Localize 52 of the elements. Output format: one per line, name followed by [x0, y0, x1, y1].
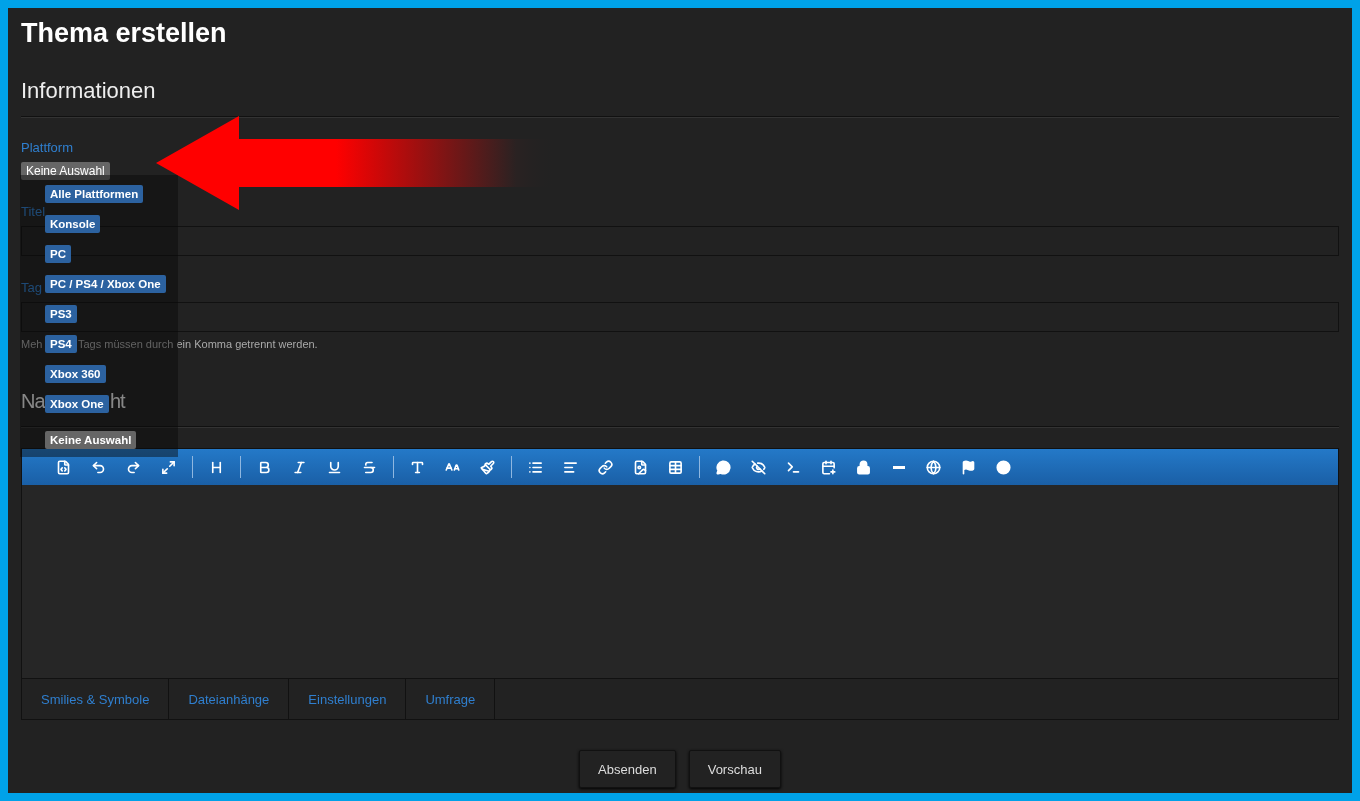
flag-icon — [961, 459, 976, 475]
page-title: Thema erstellen — [21, 17, 228, 50]
undo-icon — [91, 459, 106, 475]
heading-icon — [209, 459, 224, 475]
editor-tab[interactable]: Dateianhänge — [169, 679, 290, 719]
field-hint: Tags müssen durch ein Komma getrennt werden. — [78, 338, 318, 350]
preview-button[interactable]: Vorschau — [688, 750, 781, 788]
platform-option[interactable]: PS3 — [45, 305, 77, 323]
bold-icon — [257, 459, 272, 475]
speech-bubble-icon — [716, 459, 731, 475]
align-icon — [563, 459, 578, 475]
redo-icon — [126, 459, 141, 475]
platform-option[interactable]: PS4 — [45, 335, 77, 353]
list-icon — [528, 459, 543, 475]
tags-input[interactable] — [21, 302, 1339, 332]
editor-tab[interactable]: Smilies & Symbole — [22, 679, 170, 719]
code-file-icon — [56, 459, 71, 475]
editor-tab[interactable]: Einstellungen — [289, 679, 407, 719]
font-icon — [410, 459, 425, 475]
eye-off-icon — [751, 459, 766, 475]
brush-icon — [480, 459, 495, 475]
underline-icon — [327, 459, 342, 475]
editor-tab[interactable]: Umfrage — [406, 679, 496, 719]
calendar-plus-icon — [821, 459, 836, 475]
section-heading: ht — [110, 389, 125, 414]
platform-option[interactable]: Keine Auswahl — [45, 431, 137, 449]
circle-icon — [996, 459, 1011, 475]
minus-icon — [892, 465, 905, 469]
submit-button[interactable]: Absenden — [579, 750, 676, 788]
expand-icon — [161, 459, 176, 475]
link-icon — [598, 459, 613, 475]
platform-option[interactable]: PC / PS4 / Xbox One — [45, 275, 166, 293]
platform-option[interactable]: Xbox 360 — [45, 365, 106, 383]
terminal-icon — [786, 459, 801, 475]
field-label: Tag — [21, 280, 42, 295]
field-label: Plattform — [21, 140, 73, 155]
platform-option[interactable]: Alle Plattformen — [45, 185, 144, 203]
platform-option[interactable]: Konsole — [45, 215, 101, 233]
platform-option[interactable]: PC — [45, 245, 71, 263]
platform-option[interactable]: Xbox One — [45, 395, 109, 413]
globe-icon — [926, 459, 941, 475]
table-icon — [668, 459, 683, 475]
strikethrough-icon — [362, 459, 377, 475]
title-input[interactable] — [21, 226, 1339, 256]
italic-icon — [292, 459, 307, 475]
section-heading: Informationen — [21, 77, 157, 105]
field-hint: Meh — [21, 338, 43, 350]
lock-icon — [856, 459, 871, 475]
platform-select[interactable]: Keine Auswahl — [21, 162, 110, 180]
image-icon — [633, 459, 648, 475]
section-heading: Na — [21, 389, 45, 414]
field-label: Titel — [21, 204, 46, 219]
